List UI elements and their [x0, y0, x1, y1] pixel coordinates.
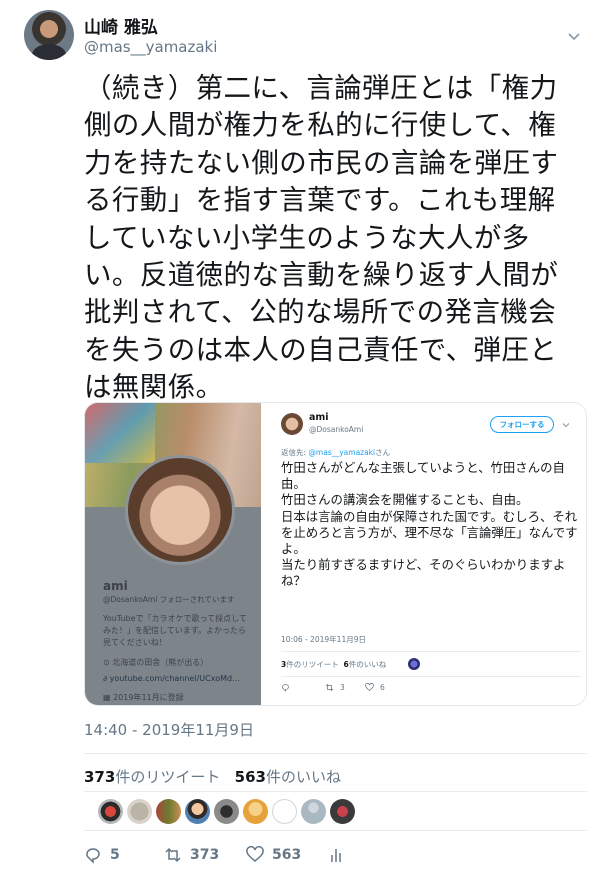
divider — [281, 676, 581, 677]
reply-to-prefix: 返信先: — [281, 448, 309, 457]
analytics-button[interactable] — [328, 846, 346, 864]
liker-avatar[interactable] — [156, 799, 181, 824]
likers-avatar-row — [84, 791, 587, 831]
embedded-like-label: 件のいいね — [348, 660, 387, 669]
reply-count: 5 — [110, 847, 120, 863]
tweet-timestamp[interactable]: 14:40 - 2019年11月9日 — [84, 719, 254, 740]
tweet-actions: 5 373 563 — [84, 846, 587, 870]
embedded-tweet-text: 竹田さんがどんな主張していようと、竹田さんの自由。 竹田さんの講演会を開催するこ… — [281, 460, 578, 589]
liker-avatar[interactable] — [127, 799, 152, 824]
embedded-retweet-action-count: 3 — [340, 683, 345, 692]
embedded-stats: 3件のリツイート 6件のいいね — [281, 659, 386, 670]
profile-joined-text: 2019年11月に登録 — [113, 693, 184, 702]
embedded-retweet: 3 — [325, 683, 345, 692]
attached-image[interactable]: ami @DosankoAmi フォローされています YouTubeで「カラオケ… — [84, 402, 587, 706]
embedded-tweet-panel: ami @DosankoAmi フォローする 返信先: @mas__yamaza… — [261, 403, 586, 705]
embedded-retweet-label: 件のリツイート — [286, 660, 339, 669]
like-label[interactable]: 件のいいね — [266, 768, 341, 786]
calendar-icon: ▦ — [103, 693, 114, 702]
embedded-like-action-count: 6 — [380, 683, 385, 692]
embedded-timestamp: 10:06 - 2019年11月9日 — [281, 635, 366, 644]
liker-avatar[interactable] — [301, 799, 326, 824]
like-action-count: 563 — [272, 847, 302, 863]
retweet-icon — [165, 847, 181, 863]
liker-avatar[interactable] — [185, 799, 210, 824]
profile-location-text: 北海道の田舎（熊が出る） — [112, 658, 209, 667]
divider — [281, 651, 581, 652]
liker-avatar[interactable] — [214, 799, 239, 824]
location-icon: ⊙ — [103, 658, 113, 667]
link-icon: ∂ — [103, 674, 110, 683]
retweet-label[interactable]: 件のリツイート — [115, 768, 220, 786]
retweet-count[interactable]: 373 — [84, 768, 115, 786]
reply-to-suffix: さん — [375, 448, 391, 457]
embedded-reply — [281, 683, 290, 692]
divider — [84, 753, 587, 754]
like-icon — [246, 846, 264, 862]
like-icon — [365, 683, 374, 691]
embedded-handle: @DosankoAmi — [309, 425, 364, 434]
tweet-text: （続き）第二に、言論弾圧とは「権力側の人間が権力を私的に行使して、権力を持たない… — [84, 72, 559, 404]
profile-location: ⊙ 北海道の田舎（熊が出る） — [103, 657, 208, 668]
profile-link: ∂ youtube.com/channel/UCxoMd… — [103, 674, 240, 683]
liker-avatar[interactable] — [272, 799, 297, 824]
retweet-icon — [325, 683, 334, 692]
chevron-down-icon[interactable] — [566, 28, 582, 44]
profile-joined: ▦ 2019年11月に登録 — [103, 692, 184, 703]
retweet-action-count: 373 — [190, 847, 220, 863]
liker-avatar[interactable] — [98, 799, 123, 824]
embedded-reply-to: 返信先: @mas__yamazakiさん — [281, 447, 390, 458]
reply-icon — [282, 684, 289, 692]
embedded-avatar — [281, 413, 303, 435]
reply-button[interactable]: 5 — [84, 846, 120, 864]
profile-name: ami — [103, 579, 128, 593]
liker-avatar[interactable] — [330, 799, 355, 824]
tweet-stats[interactable]: 373件のリツイート 563件のいいね — [84, 766, 341, 787]
profile-link-text: youtube.com/channel/UCxoMd… — [109, 674, 241, 683]
embedded-profile-panel: ami @DosankoAmi フォローされています YouTubeで「カラオケ… — [85, 403, 261, 705]
retweet-button[interactable]: 373 — [164, 846, 219, 864]
liker-avatar[interactable] — [243, 799, 268, 824]
profile-handle: @DosankoAmi フォローされています — [103, 595, 235, 604]
author-handle[interactable]: @mas__yamazaki — [84, 38, 217, 56]
profile-photo — [125, 455, 235, 565]
embedded-liker-avatar — [408, 658, 420, 670]
chevron-down-icon — [562, 423, 570, 428]
author-avatar[interactable] — [24, 10, 74, 60]
profile-bio: YouTubeで「カラオケで歌って採点してみた！」を配信しています。よかったら見… — [103, 614, 247, 647]
embedded-like: 6 — [365, 683, 385, 692]
embedded-follow-button: フォローする — [490, 416, 554, 433]
like-count[interactable]: 563 — [235, 768, 266, 786]
reply-icon — [86, 848, 100, 864]
analytics-icon — [331, 849, 341, 862]
reply-to-mention: @mas__yamazaki — [308, 448, 376, 457]
embedded-name: ami — [309, 412, 329, 423]
like-button[interactable]: 563 — [246, 846, 301, 864]
author-display-name[interactable]: 山崎 雅弘 — [84, 13, 158, 38]
